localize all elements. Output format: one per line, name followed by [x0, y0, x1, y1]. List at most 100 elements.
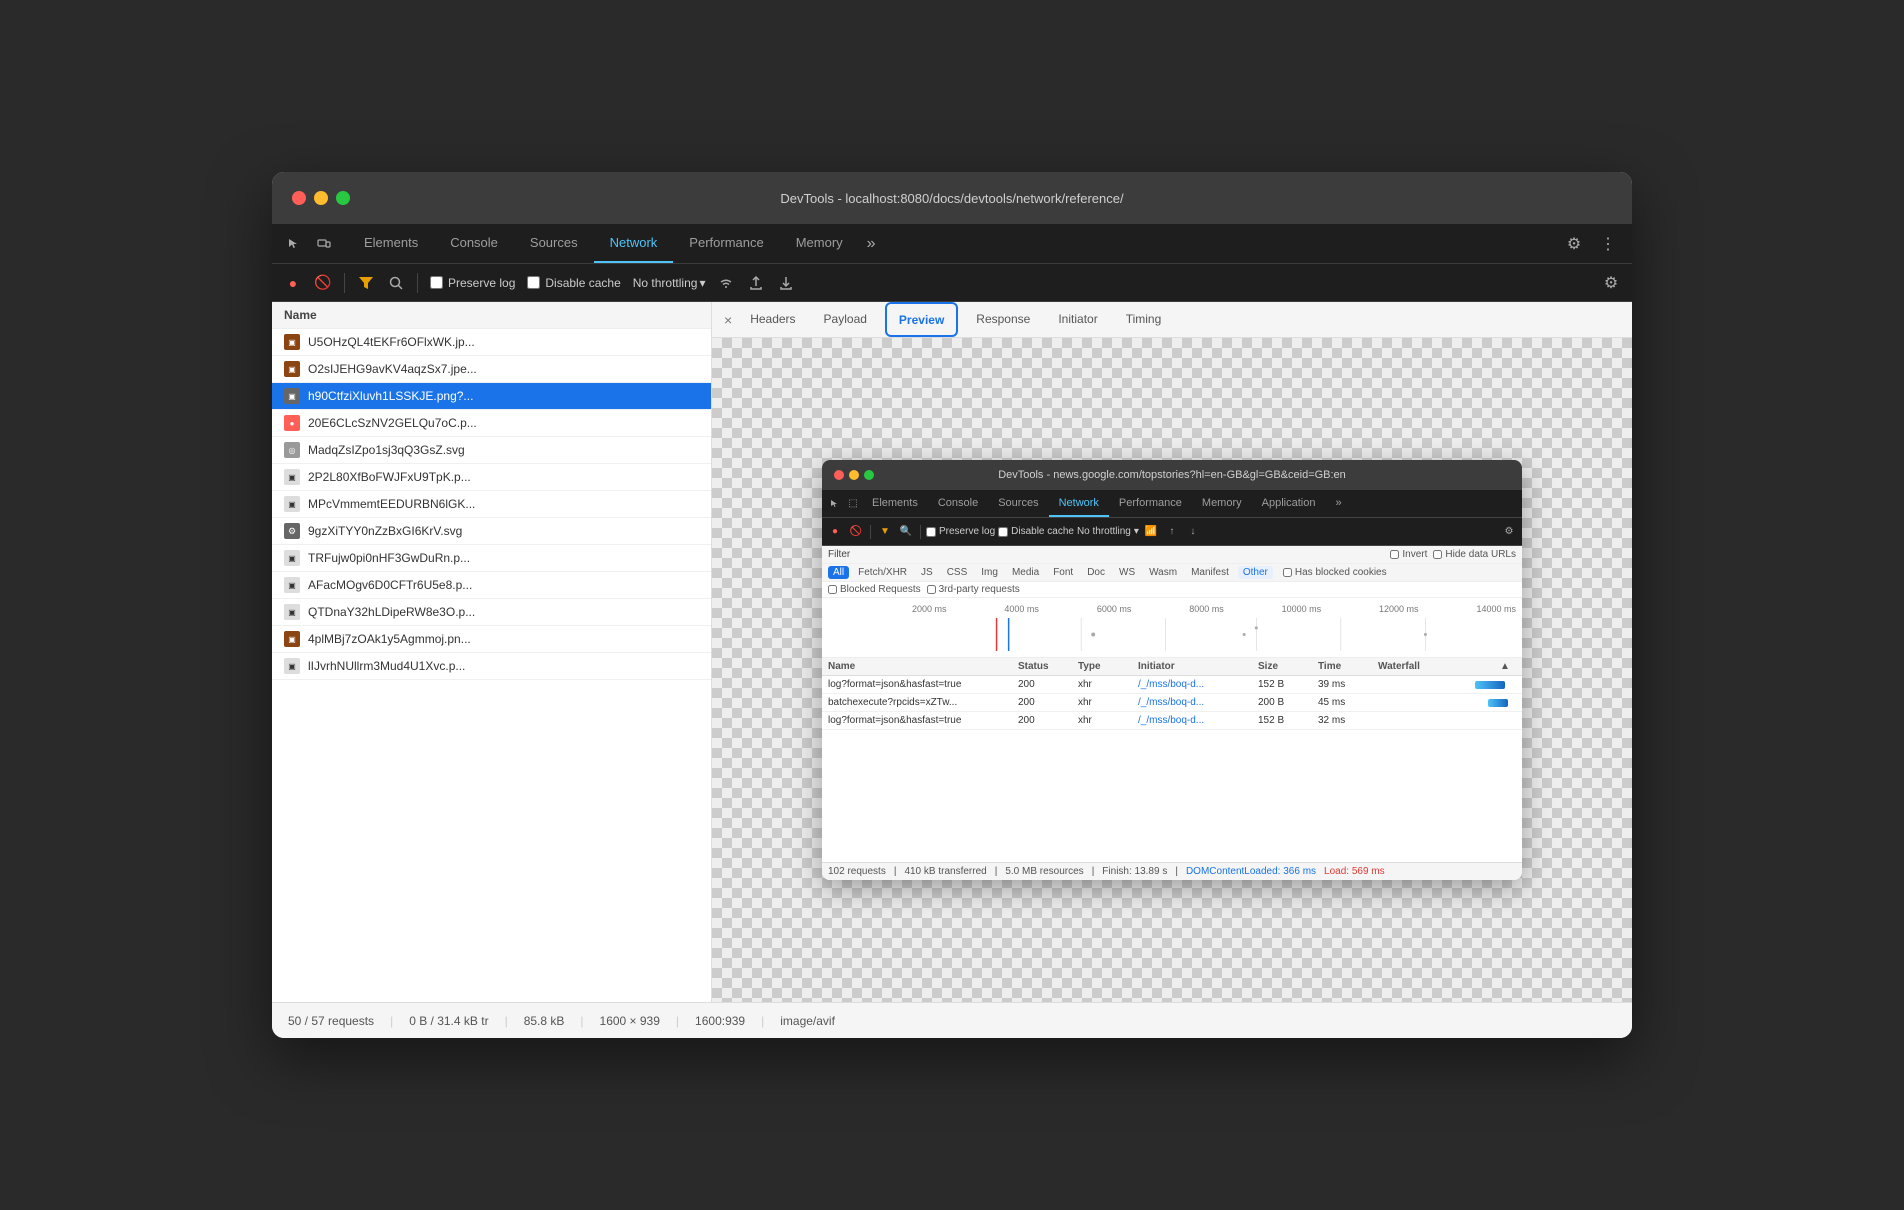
nested-device-icon: ⬚: [844, 495, 862, 513]
tab-overflow[interactable]: »: [859, 235, 884, 253]
tab-initiator[interactable]: Initiator: [1044, 302, 1111, 337]
type-ws: WS: [1114, 566, 1140, 579]
content-area: Name ▣ U5OHzQL4tEKFr6OFlxWK.jp... ▣ O2sI…: [272, 302, 1632, 1002]
status-ratio: 1600:939: [695, 1014, 745, 1028]
tab-payload[interactable]: Payload: [810, 302, 881, 337]
tab-timing[interactable]: Timing: [1112, 302, 1176, 337]
device-toggle-icon[interactable]: [310, 230, 338, 258]
table-row: batchexecute?rpcids=xZTw... 200 xhr /_/m…: [822, 694, 1522, 712]
file-item[interactable]: ▣ U5OHzQL4tEKFr6OFlxWK.jp...: [272, 329, 711, 356]
col-status: Status: [1018, 661, 1078, 672]
file-name: MadqZsIZpo1sj3qQ3GsZ.svg: [308, 443, 699, 457]
file-icon: ▣: [284, 658, 300, 674]
file-icon: ●: [284, 415, 300, 431]
file-icon: ▣: [284, 577, 300, 593]
file-item[interactable]: ▣ 4plMBj7zOAk1y5Agmmoj.pn...: [272, 626, 711, 653]
file-item[interactable]: ▣ AFacMOgv6D0CFTr6U5e8.p...: [272, 572, 711, 599]
wifi-icon[interactable]: [713, 270, 739, 296]
file-icon: ▣: [284, 334, 300, 350]
has-blocked-cookies: Has blocked cookies: [1295, 567, 1387, 578]
nested-load: Load: 569 ms: [1324, 866, 1385, 877]
close-button[interactable]: [292, 191, 306, 205]
nested-content: Filter Invert Hide data URLs: [822, 546, 1522, 880]
file-item[interactable]: ▣ QTDnaY32hLDipeRW8e3O.p...: [272, 599, 711, 626]
tab-elements[interactable]: Elements: [348, 224, 434, 263]
minimize-button[interactable]: [314, 191, 328, 205]
row-time: 45 ms: [1318, 697, 1378, 708]
row-type: xhr: [1078, 679, 1138, 690]
preview-panel: × Headers Payload Preview Response Initi…: [712, 302, 1632, 1002]
file-icon: ▣: [284, 604, 300, 620]
maximize-button[interactable]: [336, 191, 350, 205]
nested-tab-performance: Performance: [1109, 490, 1192, 517]
nested-invert: Invert: [1402, 549, 1427, 560]
tab-sources[interactable]: Sources: [514, 224, 594, 263]
type-font: Font: [1048, 566, 1078, 579]
file-item[interactable]: ▣ TRFujw0pi0nHF3GwDuRn.p...: [272, 545, 711, 572]
throttle-selector[interactable]: No throttling ▾: [629, 276, 710, 290]
tab-console[interactable]: Console: [434, 224, 514, 263]
file-icon: ▣: [284, 496, 300, 512]
row-type: xhr: [1078, 697, 1138, 708]
tab-headers[interactable]: Headers: [736, 302, 809, 337]
settings-gear-icon[interactable]: ⚙: [1598, 270, 1624, 296]
type-media: Media: [1007, 566, 1044, 579]
type-css: CSS: [942, 566, 973, 579]
nested-req-count: 102 requests: [828, 866, 886, 877]
filter-icon[interactable]: [353, 270, 379, 296]
close-preview-button[interactable]: ×: [720, 308, 736, 332]
blocked-requests: Blocked Requests: [840, 584, 921, 595]
more-options-icon[interactable]: ⋮: [1594, 230, 1622, 258]
file-item[interactable]: ▣ lIJvrhNUllrm3Mud4U1Xvc.p...: [272, 653, 711, 680]
row-size: 152 B: [1258, 679, 1318, 690]
status-size: 85.8 kB: [524, 1014, 565, 1028]
file-item[interactable]: ● 20E6CLcSzNV2GELQu7oC.p...: [272, 410, 711, 437]
search-icon[interactable]: [383, 270, 409, 296]
nested-toolbar: ● 🚫 ▼ 🔍 Preserve log Disable cache: [822, 518, 1522, 546]
nested-clear: 🚫: [847, 523, 865, 541]
preserve-log-checkbox[interactable]: Preserve log: [426, 276, 519, 290]
row-initiator: /_/mss/boq-d...: [1138, 697, 1258, 708]
separator-1: [344, 273, 345, 293]
file-name: 9gzXiTYY0nZzBxGI6KrV.svg: [308, 524, 699, 538]
tab-response[interactable]: Response: [962, 302, 1044, 337]
nested-table-header: Name Status Type Initiator Size Time Wat…: [822, 658, 1522, 676]
file-name: MPcVmmemtEEDURBN6lGK...: [308, 497, 699, 511]
nested-preserve-log: Preserve log: [939, 526, 995, 537]
status-transferred: 0 B / 31.4 kB tr: [409, 1014, 488, 1028]
file-item-selected[interactable]: ▣ h90CtfziXluvh1LSSKJE.png?...: [272, 383, 711, 410]
file-icon: ▣: [284, 631, 300, 647]
nested-wifi: 📶: [1142, 523, 1160, 541]
nested-record: ●: [826, 523, 844, 541]
file-icon: ⚙: [284, 523, 300, 539]
cursor-icon[interactable]: [280, 230, 308, 258]
settings-icon[interactable]: ⚙: [1560, 230, 1588, 258]
nested-tab-bar: ⬚ Elements Console Sources Network Perfo…: [822, 490, 1522, 518]
file-item[interactable]: ⚙ 9gzXiTYY0nZzBxGI6KrV.svg: [272, 518, 711, 545]
nested-traffic-lights: [834, 470, 874, 480]
disable-cache-checkbox[interactable]: Disable cache: [523, 276, 624, 290]
tab-preview[interactable]: Preview: [885, 302, 958, 337]
status-type: image/avif: [780, 1014, 835, 1028]
clear-button[interactable]: 🚫: [310, 270, 336, 296]
col-sort-icon: ▲: [1500, 661, 1516, 672]
tab-memory[interactable]: Memory: [780, 224, 859, 263]
tab-list: Elements Console Sources Network Perform…: [348, 224, 884, 263]
tab-performance[interactable]: Performance: [673, 224, 779, 263]
type-all: All: [828, 566, 849, 579]
nested-settings: ⚙: [1500, 523, 1518, 541]
file-item[interactable]: ◎ MadqZsIZpo1sj3qQ3GsZ.svg: [272, 437, 711, 464]
row-time: 32 ms: [1318, 715, 1378, 726]
file-item[interactable]: ▣ O2sIJEHG9avKV4aqzSx7.jpe...: [272, 356, 711, 383]
download-icon[interactable]: [773, 270, 799, 296]
file-icon: ▣: [284, 469, 300, 485]
row-size: 152 B: [1258, 715, 1318, 726]
nested-finish: Finish: 13.89 s: [1102, 866, 1167, 877]
record-button[interactable]: ●: [280, 270, 306, 296]
nested-tab-overflow: »: [1325, 490, 1351, 517]
upload-icon[interactable]: [743, 270, 769, 296]
file-item[interactable]: ▣ 2P2L80XfBoFWJFxU9TpK.p...: [272, 464, 711, 491]
tab-network[interactable]: Network: [594, 224, 674, 263]
file-item[interactable]: ▣ MPcVmmemtEEDURBN6lGK...: [272, 491, 711, 518]
type-other: Other: [1238, 566, 1273, 579]
